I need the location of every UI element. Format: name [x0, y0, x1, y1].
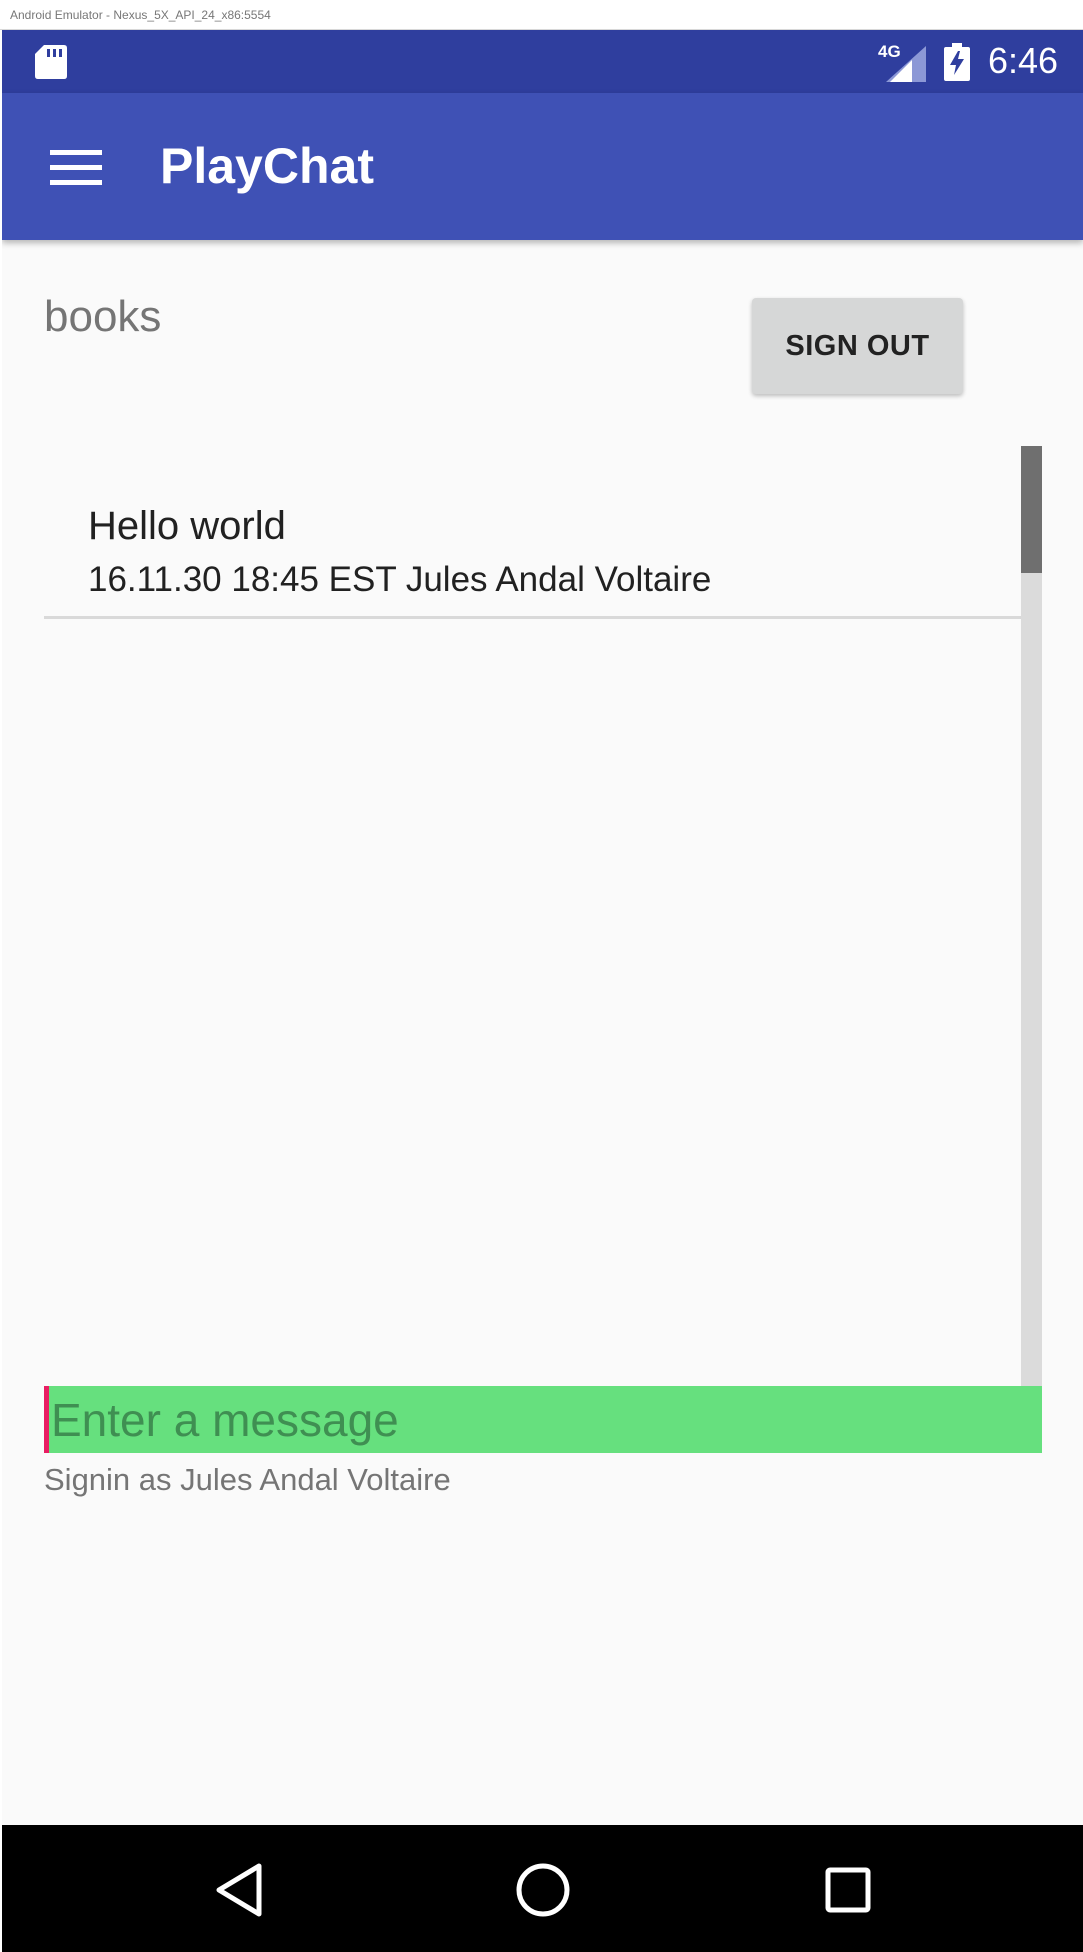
status-bar: 4G 6:46 [2, 30, 1083, 93]
home-circle-icon[interactable] [513, 1860, 573, 1920]
emulator-title-bar: Android Emulator - Nexus_5X_API_24_x86:5… [0, 0, 1083, 30]
message-meta: 16.11.30 18:45 EST Jules Andal Voltaire [88, 560, 712, 599]
emulator-title: Android Emulator - Nexus_5X_API_24_x86:5… [10, 8, 271, 22]
hamburger-menu-icon[interactable] [50, 148, 102, 186]
app-bar: PlayChat [2, 93, 1083, 240]
signal-icon [886, 46, 926, 82]
device-screen: 4G 6:46 PlayChat books SIGN OUT Hello wo… [2, 30, 1083, 1952]
battery-charging-icon [944, 43, 970, 81]
status-time: 6:46 [988, 40, 1059, 81]
signin-status-text: Signin as Jules Andal Voltaire [44, 1462, 451, 1497]
list-item[interactable]: Hello world 16.11.30 18:45 EST Jules And… [44, 446, 1041, 619]
message-list[interactable]: Hello world 16.11.30 18:45 EST Jules And… [44, 446, 1042, 1416]
message-input[interactable] [44, 1386, 1042, 1453]
scrollbar-track[interactable] [1021, 446, 1042, 1416]
channel-name: books [44, 292, 162, 341]
navigation-bar [2, 1825, 1083, 1952]
scrollbar-thumb[interactable] [1021, 446, 1042, 573]
recents-square-icon[interactable] [818, 1860, 878, 1920]
back-triangle-icon[interactable] [211, 1860, 271, 1920]
sign-out-button[interactable]: SIGN OUT [752, 298, 963, 394]
app-title: PlayChat [160, 138, 374, 194]
sd-card-icon [35, 45, 67, 79]
message-text: Hello world [88, 504, 286, 548]
